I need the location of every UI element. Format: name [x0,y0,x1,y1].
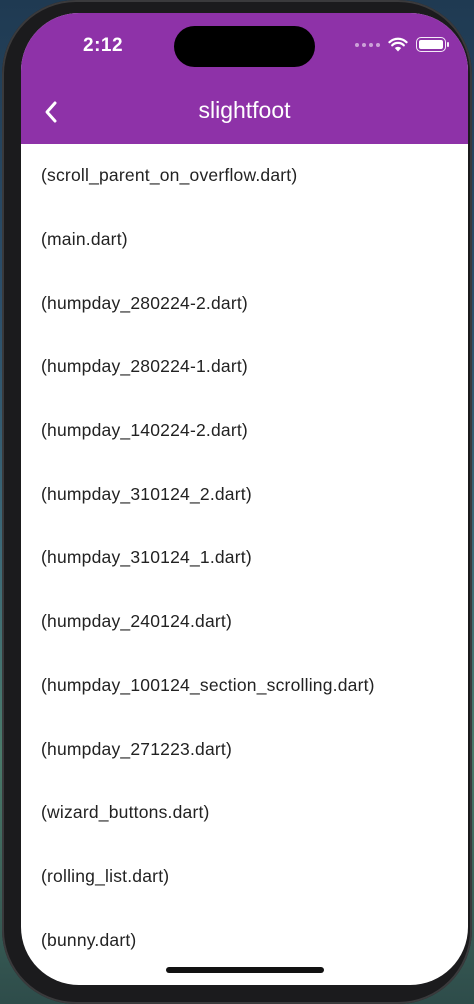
screen: 2:12 slightfoot (scroll_parent_on_overfl… [21,13,468,985]
list-item[interactable]: (humpday_271223.dart) [21,717,468,781]
list-item[interactable]: (humpday_280224-2.dart) [21,271,468,335]
list-item[interactable]: (humpday_100124_section_scrolling.dart) [21,654,468,718]
file-list: (scroll_parent_on_overflow.dart) (main.d… [21,144,468,972]
battery-icon [416,37,449,52]
list-item[interactable]: (humpday_280224-1.dart) [21,335,468,399]
list-item[interactable]: (rolling_list.dart) [21,845,468,909]
phone-frame: 2:12 slightfoot (scroll_parent_on_overfl… [2,0,472,1004]
list-item[interactable]: (main.dart) [21,208,468,272]
app-bar: 2:12 slightfoot [21,13,468,144]
list-item[interactable]: (humpday_240124.dart) [21,590,468,654]
wifi-icon [388,37,408,52]
list-item[interactable]: (scroll_parent_on_overflow.dart) [21,144,468,208]
status-icons [355,37,449,52]
list-item[interactable]: (bunny.dart) [21,908,468,972]
list-item[interactable]: (humpday_140224-2.dart) [21,399,468,463]
list-item[interactable]: (wizard_buttons.dart) [21,781,468,845]
status-time: 2:12 [83,35,124,56]
list-item[interactable]: (humpday_310124_1.dart) [21,526,468,590]
cellular-signal-icon [355,42,380,47]
page-title: slightfoot [198,97,291,123]
home-indicator[interactable] [166,967,324,973]
dynamic-island [174,26,315,67]
list-item[interactable]: (humpday_310124_2.dart) [21,462,468,526]
